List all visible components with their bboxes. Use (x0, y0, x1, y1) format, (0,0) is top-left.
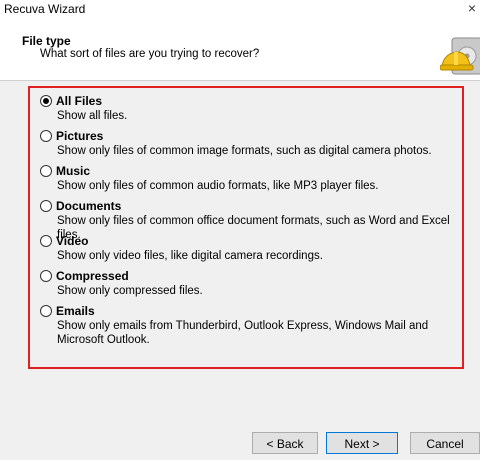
wizard-body: All Files Show all files. Pictures Show … (0, 80, 480, 419)
next-button[interactable]: Next > (326, 432, 398, 454)
radio-all-files[interactable] (40, 95, 52, 107)
recuva-hardhat-drive-icon (440, 37, 480, 75)
option-description: Show only video files, like digital came… (57, 250, 323, 262)
window-title: Recuva Wizard (4, 2, 86, 16)
option-label[interactable]: Video (56, 234, 88, 248)
option-label[interactable]: Documents (56, 199, 121, 213)
wizard-header: File type What sort of files are you try… (0, 26, 480, 80)
option-description: Show only files of common audio formats,… (57, 180, 379, 192)
option-video[interactable]: Video Show only video files, like digita… (40, 234, 460, 263)
close-icon[interactable]: × (468, 0, 476, 16)
page-title: File type (22, 34, 71, 48)
option-music[interactable]: Music Show only files of common audio fo… (40, 164, 460, 193)
option-label[interactable]: Emails (56, 304, 95, 318)
page-subtitle: What sort of files are you trying to rec… (40, 48, 260, 60)
file-type-options: All Files Show all files. Pictures Show … (28, 86, 464, 369)
option-compressed[interactable]: Compressed Show only compressed files. (40, 269, 460, 298)
option-label[interactable]: Pictures (56, 129, 103, 143)
radio-documents[interactable] (40, 200, 52, 212)
cancel-button[interactable]: Cancel (410, 432, 480, 454)
option-pictures[interactable]: Pictures Show only files of common image… (40, 129, 460, 158)
option-emails[interactable]: Emails Show only emails from Thunderbird… (40, 304, 460, 347)
radio-music[interactable] (40, 165, 52, 177)
back-button[interactable]: < Back (252, 432, 318, 454)
wizard-footer: < Back Next > Cancel (0, 418, 480, 460)
option-description: Show only files of common image formats,… (57, 145, 432, 157)
radio-pictures[interactable] (40, 130, 52, 142)
radio-compressed[interactable] (40, 270, 52, 282)
option-all-files[interactable]: All Files Show all files. (40, 94, 460, 123)
option-label[interactable]: Music (56, 164, 90, 178)
radio-emails[interactable] (40, 305, 52, 317)
option-label[interactable]: Compressed (56, 269, 129, 283)
option-description: Show only compressed files. (57, 285, 203, 297)
option-label[interactable]: All Files (56, 94, 102, 108)
radio-video[interactable] (40, 235, 52, 247)
option-description: Show all files. (57, 110, 128, 122)
option-description: Show only emails from Thunderbird, Outlo… (57, 320, 429, 346)
title-bar: Recuva Wizard × (0, 0, 480, 26)
